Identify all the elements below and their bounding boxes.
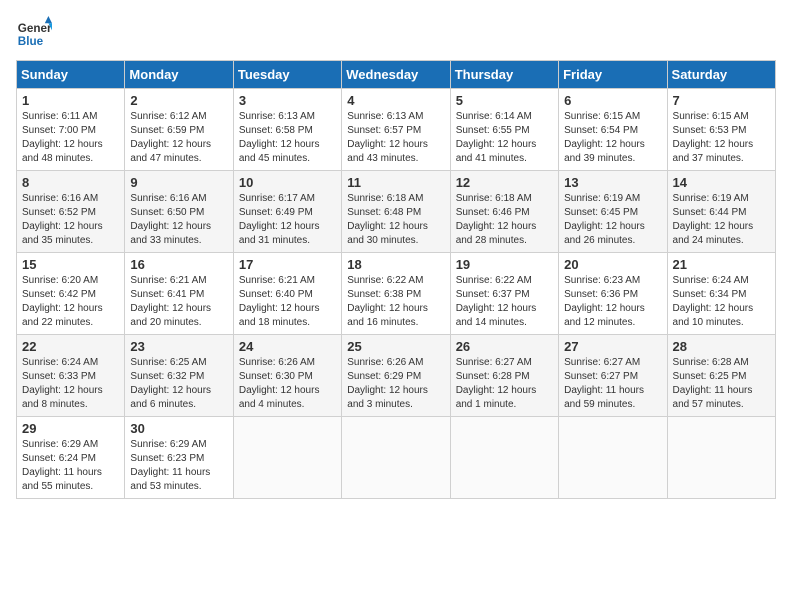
- calendar-cell-2: 2Sunrise: 6:12 AMSunset: 6:59 PMDaylight…: [125, 89, 233, 171]
- calendar-cell-13: 13Sunrise: 6:19 AMSunset: 6:45 PMDayligh…: [559, 171, 667, 253]
- calendar-cell-23: 23Sunrise: 6:25 AMSunset: 6:32 PMDayligh…: [125, 335, 233, 417]
- calendar-cell-10: 10Sunrise: 6:17 AMSunset: 6:49 PMDayligh…: [233, 171, 341, 253]
- calendar-table: SundayMondayTuesdayWednesdayThursdayFrid…: [16, 60, 776, 499]
- svg-text:General: General: [18, 22, 52, 35]
- calendar-week-3: 15Sunrise: 6:20 AMSunset: 6:42 PMDayligh…: [17, 253, 776, 335]
- calendar-cell-20: 20Sunrise: 6:23 AMSunset: 6:36 PMDayligh…: [559, 253, 667, 335]
- calendar-cell-1: 1Sunrise: 6:11 AMSunset: 7:00 PMDaylight…: [17, 89, 125, 171]
- header-row: SundayMondayTuesdayWednesdayThursdayFrid…: [17, 61, 776, 89]
- calendar-cell-12: 12Sunrise: 6:18 AMSunset: 6:46 PMDayligh…: [450, 171, 558, 253]
- header-friday: Friday: [559, 61, 667, 89]
- header-sunday: Sunday: [17, 61, 125, 89]
- header-wednesday: Wednesday: [342, 61, 450, 89]
- calendar-cell-19: 19Sunrise: 6:22 AMSunset: 6:37 PMDayligh…: [450, 253, 558, 335]
- header-monday: Monday: [125, 61, 233, 89]
- calendar-cell-3: 3Sunrise: 6:13 AMSunset: 6:58 PMDaylight…: [233, 89, 341, 171]
- logo-icon: General Blue: [16, 16, 52, 52]
- calendar-cell-empty: [450, 417, 558, 499]
- calendar-cell-5: 5Sunrise: 6:14 AMSunset: 6:55 PMDaylight…: [450, 89, 558, 171]
- calendar-week-5: 29Sunrise: 6:29 AMSunset: 6:24 PMDayligh…: [17, 417, 776, 499]
- header-tuesday: Tuesday: [233, 61, 341, 89]
- calendar-cell-17: 17Sunrise: 6:21 AMSunset: 6:40 PMDayligh…: [233, 253, 341, 335]
- calendar-cell-11: 11Sunrise: 6:18 AMSunset: 6:48 PMDayligh…: [342, 171, 450, 253]
- calendar-cell-28: 28Sunrise: 6:28 AMSunset: 6:25 PMDayligh…: [667, 335, 775, 417]
- calendar-week-4: 22Sunrise: 6:24 AMSunset: 6:33 PMDayligh…: [17, 335, 776, 417]
- calendar-cell-empty: [667, 417, 775, 499]
- calendar-cell-7: 7Sunrise: 6:15 AMSunset: 6:53 PMDaylight…: [667, 89, 775, 171]
- calendar-cell-9: 9Sunrise: 6:16 AMSunset: 6:50 PMDaylight…: [125, 171, 233, 253]
- logo: General Blue: [16, 16, 52, 52]
- calendar-cell-15: 15Sunrise: 6:20 AMSunset: 6:42 PMDayligh…: [17, 253, 125, 335]
- calendar-cell-27: 27Sunrise: 6:27 AMSunset: 6:27 PMDayligh…: [559, 335, 667, 417]
- calendar-cell-22: 22Sunrise: 6:24 AMSunset: 6:33 PMDayligh…: [17, 335, 125, 417]
- calendar-cell-empty: [233, 417, 341, 499]
- calendar-cell-24: 24Sunrise: 6:26 AMSunset: 6:30 PMDayligh…: [233, 335, 341, 417]
- calendar-week-2: 8Sunrise: 6:16 AMSunset: 6:52 PMDaylight…: [17, 171, 776, 253]
- page-header: General Blue: [16, 16, 776, 52]
- calendar-cell-6: 6Sunrise: 6:15 AMSunset: 6:54 PMDaylight…: [559, 89, 667, 171]
- calendar-cell-8: 8Sunrise: 6:16 AMSunset: 6:52 PMDaylight…: [17, 171, 125, 253]
- calendar-cell-29: 29Sunrise: 6:29 AMSunset: 6:24 PMDayligh…: [17, 417, 125, 499]
- calendar-cell-4: 4Sunrise: 6:13 AMSunset: 6:57 PMDaylight…: [342, 89, 450, 171]
- calendar-cell-16: 16Sunrise: 6:21 AMSunset: 6:41 PMDayligh…: [125, 253, 233, 335]
- calendar-cell-empty: [559, 417, 667, 499]
- calendar-cell-18: 18Sunrise: 6:22 AMSunset: 6:38 PMDayligh…: [342, 253, 450, 335]
- calendar-cell-26: 26Sunrise: 6:27 AMSunset: 6:28 PMDayligh…: [450, 335, 558, 417]
- calendar-cell-25: 25Sunrise: 6:26 AMSunset: 6:29 PMDayligh…: [342, 335, 450, 417]
- calendar-cell-30: 30Sunrise: 6:29 AMSunset: 6:23 PMDayligh…: [125, 417, 233, 499]
- calendar-cell-21: 21Sunrise: 6:24 AMSunset: 6:34 PMDayligh…: [667, 253, 775, 335]
- calendar-cell-empty: [342, 417, 450, 499]
- svg-text:Blue: Blue: [18, 35, 44, 48]
- calendar-cell-14: 14Sunrise: 6:19 AMSunset: 6:44 PMDayligh…: [667, 171, 775, 253]
- header-saturday: Saturday: [667, 61, 775, 89]
- header-thursday: Thursday: [450, 61, 558, 89]
- calendar-week-1: 1Sunrise: 6:11 AMSunset: 7:00 PMDaylight…: [17, 89, 776, 171]
